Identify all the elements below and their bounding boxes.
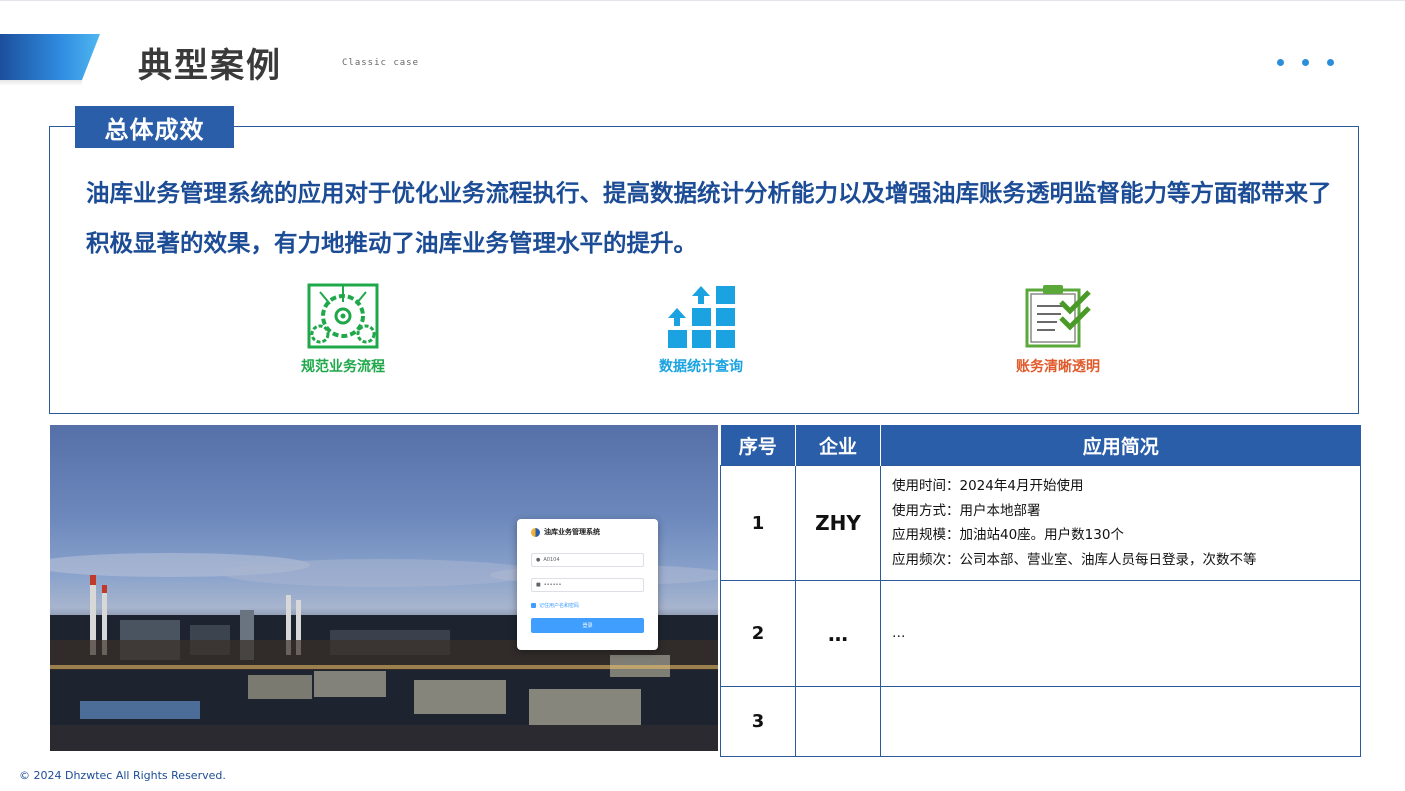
- detail-line: 使用方式：用户本地部署: [892, 502, 1041, 519]
- dot: [1327, 59, 1334, 66]
- row-company: [795, 686, 881, 757]
- oil-depot-photo: 油库业务管理系统 ● A0104 ■ •••••• 记住用户名和密码 登录: [50, 425, 718, 751]
- feature-label: 规范业务流程: [301, 359, 385, 375]
- table-row: 1 ZHY 使用时间：2024年4月开始使用 使用方式：用户本地部署 应用规模：…: [720, 465, 1361, 581]
- remember-checkbox[interactable]: 记住用户名和密码: [531, 602, 579, 609]
- user-icon: ●: [536, 557, 541, 563]
- detail-line: 应用规模：加油站40座。用户数130个: [892, 527, 1124, 543]
- row-details: 使用时间：2024年4月开始使用 使用方式：用户本地部署 应用规模：加油站40座…: [880, 465, 1361, 581]
- login-title-text: 油库业务管理系统: [544, 528, 600, 536]
- gear-process-icon: [307, 283, 379, 349]
- page-title: 典型案例: [138, 46, 282, 86]
- top-divider: [0, 0, 1405, 1]
- table-header-row: 序号 企业 应用简况: [720, 425, 1361, 466]
- row-num: 2: [720, 580, 796, 687]
- row-num: 3: [720, 686, 796, 757]
- header-details: 应用简况: [880, 425, 1361, 466]
- checkbox-icon: [531, 603, 536, 608]
- table-row: 2 … …: [720, 580, 1361, 687]
- row-details: [880, 686, 1361, 757]
- password-value: ••••••: [543, 582, 562, 588]
- detail-line: 应用频次：公司本部、营业室、油库人员每日登录，次数不等: [892, 551, 1257, 568]
- data-statistics-icon: [668, 286, 735, 348]
- dot: [1277, 59, 1284, 66]
- detail-line: …: [892, 625, 906, 642]
- login-card: 油库业务管理系统 ● A0104 ■ •••••• 记住用户名和密码 登录: [517, 519, 658, 650]
- summary-text: 油库业务管理系统的应用对于优化业务流程执行、提高数据统计分析能力以及增强油库账务…: [86, 179, 1332, 257]
- dot: [1302, 59, 1309, 66]
- page-subtitle: Classic case: [342, 58, 420, 68]
- feature-label: 数据统计查询: [659, 359, 743, 375]
- remember-label: 记住用户名和密码: [539, 603, 580, 609]
- header-accent-bar: [0, 34, 100, 80]
- cases-table: 序号 企业 应用简况 1 ZHY 使用时间：2024年4月开始使用 使用方式：用…: [720, 425, 1361, 757]
- row-num: 1: [720, 465, 796, 581]
- decorative-dots: [1277, 59, 1334, 66]
- header-accent-shadow: [0, 80, 82, 86]
- feature-standardize-process: 规范业务流程: [243, 282, 443, 376]
- header-company: 企业: [795, 425, 881, 466]
- password-input[interactable]: ■ ••••••: [531, 578, 644, 592]
- system-logo-icon: [531, 527, 540, 537]
- header-num: 序号: [720, 425, 796, 466]
- row-company: ZHY: [795, 465, 881, 581]
- login-title: 油库业务管理系统: [531, 527, 600, 537]
- summary-tab-label: 总体成效: [75, 106, 234, 148]
- feature-label: 账务清晰透明: [1016, 359, 1100, 375]
- clipboard-check-icon: [1025, 285, 1091, 348]
- row-company: …: [795, 580, 881, 687]
- username-value: A0104: [543, 557, 560, 563]
- feature-transparent-accounts: 账务清晰透明: [958, 282, 1158, 376]
- username-input[interactable]: ● A0104: [531, 553, 644, 567]
- footer-copyright: © 2024 Dhzwtec All Rights Reserved.: [19, 769, 226, 782]
- lock-icon: ■: [536, 582, 541, 588]
- feature-data-statistics: 数据统计查询: [601, 282, 801, 376]
- login-button[interactable]: 登录: [531, 618, 644, 633]
- detail-line: 使用时间：2024年4月开始使用: [892, 478, 1084, 494]
- table-row: 3: [720, 686, 1361, 757]
- row-details: …: [880, 580, 1361, 687]
